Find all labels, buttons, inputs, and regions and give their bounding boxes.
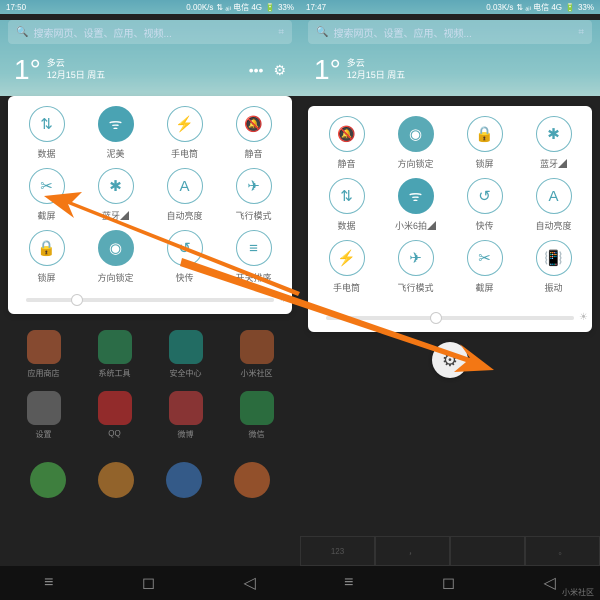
nav-back[interactable]: ◁	[543, 573, 555, 593]
toggle-icon: ✱	[98, 168, 134, 204]
app-系统工具[interactable]: 系统工具	[85, 330, 144, 379]
toggle-icon: 🔕	[329, 116, 365, 152]
toggle-截屏[interactable]: ✂截屏	[12, 168, 81, 222]
key[interactable]: 123	[300, 536, 375, 566]
toggle-icon: 📳	[536, 240, 572, 276]
toggle-锁屏[interactable]: 🔒锁屏	[450, 116, 519, 170]
scan-icon[interactable]: ⌗	[578, 27, 584, 38]
key[interactable]: 。	[525, 536, 600, 566]
key[interactable]	[450, 536, 525, 566]
toggle-icon: ✈	[398, 240, 434, 276]
dock-app[interactable]	[30, 462, 66, 498]
toggle-icon: ⚡	[329, 240, 365, 276]
toggle-icon: A	[536, 178, 572, 214]
settings-fab[interactable]: ⚙	[432, 342, 468, 378]
wifi-icon: ᯤ	[98, 106, 134, 142]
brightness-icon: ☀	[579, 312, 588, 323]
dock	[0, 456, 300, 540]
toggle-振动[interactable]: 📳振动	[519, 240, 588, 294]
nav-bar: ≡ ◻ ◁	[0, 566, 300, 600]
gear-icon[interactable]: ⚙	[273, 62, 286, 79]
search-bar[interactable]: 🔍 搜索网页、设置、应用、视频... ⌗	[308, 20, 592, 44]
scan-icon[interactable]: ⌗	[278, 27, 284, 38]
toggle-快传[interactable]: ↺快传	[150, 230, 219, 284]
brightness-icon: ☀	[279, 294, 288, 305]
app-应用商店[interactable]: 应用商店	[14, 330, 73, 379]
toggle-小米6拍◢[interactable]: ᯤ小米6拍◢	[381, 178, 450, 232]
toggle-icon: ↺	[467, 178, 503, 214]
dock-app[interactable]	[166, 462, 202, 498]
weather-widget[interactable]: 1° 多云 12月15日 周五	[300, 50, 600, 96]
search-icon: 🔍	[316, 27, 328, 38]
keyboard-row: 123， 。	[300, 536, 600, 566]
toggle-icon: 🔕	[236, 106, 272, 142]
nav-bar: ≡ ◻ ◁	[300, 566, 600, 600]
status-bar: 17:47 0.03K/s ⇅ ₐᵢₗ 电信 4G 🔋 33%	[300, 0, 600, 14]
toggle-icon: ◉	[98, 230, 134, 266]
toggle-开关排序[interactable]: ≡开关排序	[219, 230, 288, 284]
phone-right: 17:47 0.03K/s ⇅ ₐᵢₗ 电信 4G 🔋 33% 🔍 搜索网页、设…	[300, 0, 600, 600]
search-icon: 🔍	[16, 27, 28, 38]
toggle-数据[interactable]: ⇅数据	[12, 106, 81, 160]
toggle-icon: ✱	[536, 116, 572, 152]
toggle-icon: ⇅	[29, 106, 65, 142]
toggle-方向锁定[interactable]: ◉方向锁定	[81, 230, 150, 284]
wifi-icon: ᯤ	[398, 178, 434, 214]
toggle-截屏[interactable]: ✂截屏	[450, 240, 519, 294]
toggle-蓝牙◢[interactable]: ✱蓝牙◢	[519, 116, 588, 170]
search-bar[interactable]: 🔍 搜索网页、设置、应用、视频... ⌗	[8, 20, 292, 44]
toggle-icon: ✂	[29, 168, 65, 204]
app-微博[interactable]: 微博	[156, 391, 215, 440]
nav-back[interactable]: ◁	[243, 573, 255, 593]
toggle-快传[interactable]: ↺快传	[450, 178, 519, 232]
toggle-icon: ⇅	[329, 178, 365, 214]
status-bar: 17:50 0.00K/s ⇅ ₐᵢₗ 电信 4G 🔋 33%	[0, 0, 300, 14]
nav-home[interactable]: ◻	[142, 573, 155, 593]
toggle-手电筒[interactable]: ⚡手电筒	[150, 106, 219, 160]
toggle-自动亮度[interactable]: A自动亮度	[519, 178, 588, 232]
toggle-icon: 🔒	[467, 116, 503, 152]
toggle-icon: ◉	[398, 116, 434, 152]
app-QQ[interactable]: QQ	[85, 391, 144, 440]
credit-text: 小米社区	[562, 587, 594, 598]
toggle-静音[interactable]: 🔕静音	[219, 106, 288, 160]
toggle-飞行模式[interactable]: ✈飞行模式	[219, 168, 288, 222]
toggle-泥美[interactable]: ᯤ泥美	[81, 106, 150, 160]
key[interactable]: ，	[375, 536, 450, 566]
toggle-icon: ⚡	[167, 106, 203, 142]
weather-widget[interactable]: 1° 多云 12月15日 周五 ••• ⚙	[0, 50, 300, 96]
toggle-手电筒[interactable]: ⚡手电筒	[312, 240, 381, 294]
nav-menu[interactable]: ≡	[344, 574, 353, 592]
toggle-icon: ≡	[236, 230, 272, 266]
more-icon[interactable]: •••	[249, 62, 264, 79]
quick-settings-panel: ⇅数据ᯤ泥美⚡手电筒🔕静音 ✂截屏✱蓝牙◢A自动亮度✈飞行模式 🔒锁屏◉方向锁定↺快…	[8, 96, 292, 314]
toggle-静音[interactable]: 🔕静音	[312, 116, 381, 170]
toggle-锁屏[interactable]: 🔒锁屏	[12, 230, 81, 284]
status-time: 17:47	[306, 3, 326, 12]
home-apps: 应用商店系统工具安全中心小米社区设置QQ微博微信	[0, 314, 300, 456]
toggle-icon: A	[167, 168, 203, 204]
toggle-飞行模式[interactable]: ✈飞行模式	[381, 240, 450, 294]
app-小米社区[interactable]: 小米社区	[227, 330, 286, 379]
dock-app[interactable]	[98, 462, 134, 498]
toggle-icon: ✈	[236, 168, 272, 204]
nav-menu[interactable]: ≡	[44, 574, 53, 592]
toggle-数据[interactable]: ⇅数据	[312, 178, 381, 232]
app-安全中心[interactable]: 安全中心	[156, 330, 215, 379]
dock-app[interactable]	[234, 462, 270, 498]
phone-left: 17:50 0.00K/s ⇅ ₐᵢₗ 电信 4G 🔋 33% 🔍 搜索网页、设…	[0, 0, 300, 600]
toggle-icon: ✂	[467, 240, 503, 276]
toggle-蓝牙◢[interactable]: ✱蓝牙◢	[81, 168, 150, 222]
toggle-自动亮度[interactable]: A自动亮度	[150, 168, 219, 222]
toggle-icon: ↺	[167, 230, 203, 266]
app-设置[interactable]: 设置	[14, 391, 73, 440]
quick-settings-panel: 🔕静音◉方向锁定🔒锁屏✱蓝牙◢ ⇅数据ᯤ小米6拍◢↺快传A自动亮度 ⚡手电筒✈飞行模…	[308, 106, 592, 332]
status-time: 17:50	[6, 3, 26, 12]
app-微信[interactable]: 微信	[227, 391, 286, 440]
toggle-方向锁定[interactable]: ◉方向锁定	[381, 116, 450, 170]
nav-home[interactable]: ◻	[442, 573, 455, 593]
brightness-slider[interactable]: ☀	[326, 316, 574, 320]
brightness-slider[interactable]: ☀	[26, 298, 274, 302]
toggle-icon: 🔒	[29, 230, 65, 266]
